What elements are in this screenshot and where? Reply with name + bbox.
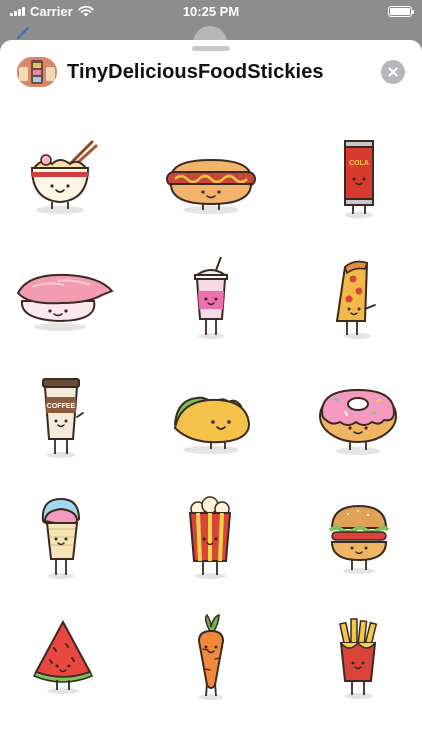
sticker-fries[interactable] [296,598,422,718]
clock: 10:25 PM [182,3,240,19]
sticker-watermelon[interactable] [0,598,126,718]
sticker-donut[interactable] [296,358,422,478]
sticker-grid: COLA COFFEE [0,118,422,718]
hotdog-sticker [166,158,256,214]
coffee-label: COFFEE [47,403,76,410]
sticker-coffee[interactable]: COFFEE [0,358,126,478]
pizza-slice-sticker [335,260,376,339]
status-bar: Carrier 10:25 PM [0,0,422,22]
status-left: Carrier [10,4,94,19]
carrot-sticker [197,613,225,700]
app-icon [17,57,57,87]
sticker-taco[interactable] [126,358,296,478]
sticker-sushi[interactable] [0,238,126,358]
sticker-sheet: TinyDeliciousFoodStickies COLA COFFEE [0,40,422,750]
sticker-ramen[interactable] [0,118,126,238]
pencil-icon [17,27,29,39]
taco-sticker [173,396,251,454]
sushi-sticker [16,273,114,331]
close-x-icon [388,67,398,77]
cola-label: COLA [349,160,369,167]
close-button[interactable] [381,60,405,84]
cola-can-sticker: COLA [344,140,374,219]
carrier-label: Carrier [30,3,73,19]
sticker-burger[interactable] [296,478,422,598]
ice-cream-sticker [41,497,81,579]
signal-icon [10,6,25,16]
sticker-pizza[interactable] [296,238,422,358]
ramen-bowl-sticker [30,140,98,214]
sheet-grabber[interactable] [192,46,230,51]
popcorn-sticker [188,496,232,579]
sticker-hotdog[interactable] [126,118,296,238]
milkshake-sticker [193,256,229,339]
burger-sticker [328,504,390,574]
fries-sticker [339,618,378,699]
sheet-header: TinyDeliciousFoodStickies [0,52,422,92]
sheet-title: TinyDeliciousFoodStickies [67,60,324,83]
sticker-milkshake[interactable] [126,238,296,358]
battery-icon [388,5,414,17]
watermelon-sticker [32,619,94,694]
sticker-popcorn[interactable] [126,478,296,598]
sticker-ice-cream[interactable] [0,478,126,598]
donut-sticker [319,388,397,455]
wifi-icon [77,5,94,17]
sticker-carrot[interactable] [126,598,296,718]
sticker-cola[interactable]: COLA [296,118,422,238]
coffee-cup-sticker: COFFEE [42,378,84,458]
